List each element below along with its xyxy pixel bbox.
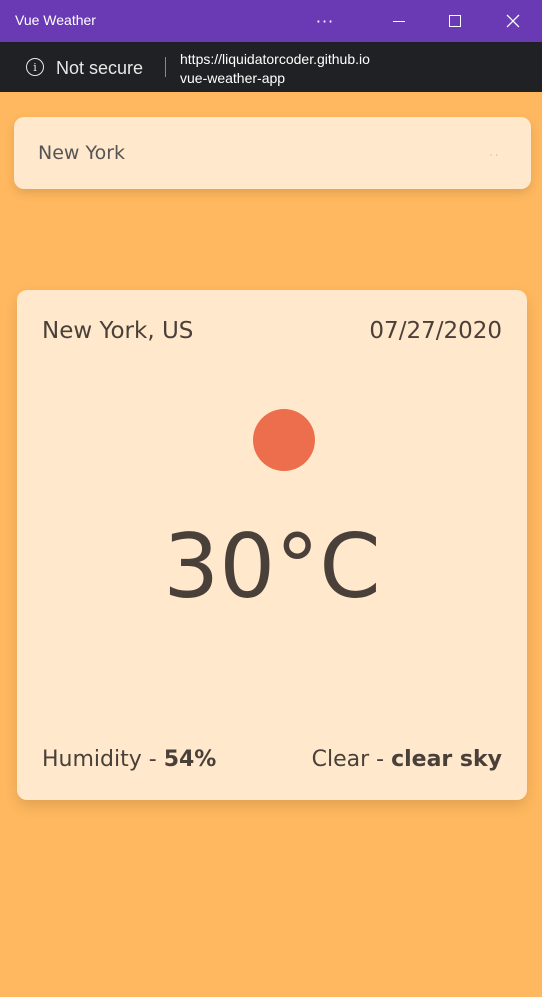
close-icon <box>506 14 520 28</box>
window-titlebar: Vue Weather ··· <box>0 0 542 42</box>
url-text-line1[interactable]: https://liquidatorcoder.github.io <box>180 51 370 67</box>
weather-card: New York, US 07/27/2020 30°C Humidity - … <box>17 290 527 800</box>
city-search-input[interactable] <box>14 117 531 189</box>
more-options-button[interactable]: ··· <box>302 0 348 42</box>
info-icon[interactable]: i <box>26 58 44 76</box>
temperature-value: 30°C <box>163 515 381 618</box>
minimize-button[interactable] <box>376 0 422 42</box>
date-label: 07/27/2020 <box>369 318 502 344</box>
security-label[interactable]: Not secure <box>56 58 143 79</box>
input-indicator-icon: ·· <box>489 151 501 160</box>
more-icon: ··· <box>315 11 335 31</box>
address-divider <box>165 57 166 77</box>
maximize-button[interactable] <box>432 0 478 42</box>
search-card: ·· <box>14 117 531 189</box>
maximize-icon <box>449 15 461 27</box>
condition-main: Clear - <box>311 747 392 772</box>
close-button[interactable] <box>490 0 536 42</box>
condition-description: clear sky <box>391 747 502 772</box>
address-bar[interactable]: Not secure https://liquidatorcoder.githu… <box>0 42 542 92</box>
minimize-icon <box>393 20 405 22</box>
location-label: New York, US <box>42 318 194 344</box>
humidity-info: Humidity - 54% <box>42 747 216 772</box>
window-title: Vue Weather <box>15 12 96 28</box>
humidity-label: Humidity - <box>42 747 164 772</box>
humidity-value: 54% <box>163 747 217 772</box>
url-text-line2[interactable]: vue-weather-app <box>180 70 285 86</box>
condition-info: Clear - clear sky <box>312 747 502 772</box>
sun-icon <box>253 409 315 471</box>
